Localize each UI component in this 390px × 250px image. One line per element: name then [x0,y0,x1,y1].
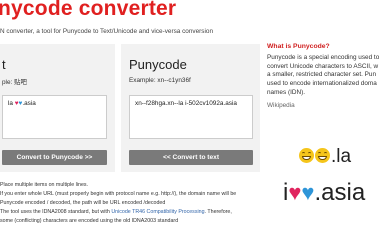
text-panel: t ple: 贴吧 la ♥♥.asia Convert to Punycode… [0,44,115,172]
text-panel-example: ple: 贴吧 [2,79,27,86]
punycode-panel: Punycode Example: xn--c1yn36f xn--f28hga… [121,44,260,172]
sidebar-line: convert Unicode characters to ASCII, w [267,62,379,70]
grinning-face-icon [315,148,330,163]
text-input-prefix: la [8,100,15,107]
note-item: some (conflicting) characters are encode… [0,218,179,224]
demo-heart-domain: i♥♥.asia [283,179,365,207]
page-title: nycode converter [0,0,177,20]
demo-line2-suffix: .asia [314,179,366,206]
sidebar-line: used to encode internationalized doma [267,80,377,88]
punycode-panel-heading: Punycode [129,57,187,72]
demo-line1-suffix: .la [331,146,352,167]
usage-notes: Place multiple items on multiple lines. … [0,181,258,226]
note-text: . Therefore, [204,209,232,215]
note-item: Punycode encoded / decoded, the path wil… [0,200,166,206]
convert-to-text-button[interactable]: << Convert to text [129,150,253,165]
heart-icon: ♥ [288,180,302,205]
page-subtitle: N converter, a tool for Punycode to Text… [0,28,214,35]
note-item: If you enter whole URL (must properly be… [0,191,237,197]
sidebar-text: Punycode is a special encoding used to c… [267,54,390,98]
note-item: Place multiple items on multiple lines. [0,182,89,188]
note-text: The tool uses the IDNA2008 standard, but… [0,209,112,215]
punycode-input[interactable]: xn--f28hga.xn--la i-502cv1092a.asia [129,95,253,139]
grinning-face-icon [299,148,314,163]
blue-heart-icon: ♥ [301,180,315,205]
sidebar-title: What is Punycode? [267,43,330,50]
note-item: The tool uses the IDNA2008 standard, but… [0,208,258,217]
wikipedia-link[interactable]: Wikipedia [267,102,295,109]
demo-emoji-domain: .la [299,146,351,168]
sidebar-line: Punycode is a special encoding used to [267,54,380,61]
sidebar-line: a smaller, restricted character set. Pun [267,71,377,79]
sidebar-line: names (IDN). [267,88,305,96]
tr46-link[interactable]: Unicode TR46 Compatibility Processing [111,209,204,215]
text-input-suffix: .asia [22,100,36,107]
text-panel-heading: t [2,57,6,72]
text-input[interactable]: la ♥♥.asia [2,95,107,139]
punycode-panel-example: Example: xn--c1yn36f [129,77,191,84]
convert-to-punycode-button[interactable]: Convert to Punycode >> [2,150,107,165]
